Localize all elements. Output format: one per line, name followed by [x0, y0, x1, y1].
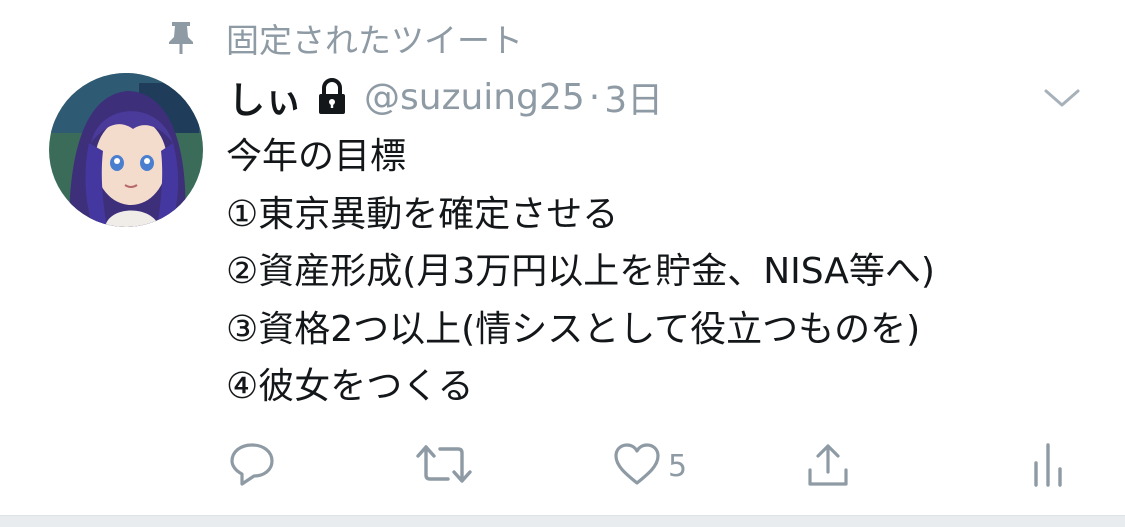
display-name[interactable]: しぃ	[228, 70, 302, 124]
reply-icon	[228, 441, 276, 491]
share-button[interactable]	[804, 436, 852, 496]
pin-icon	[166, 20, 196, 56]
tweet-line: 今年の目標	[226, 136, 407, 177]
tweet-actions: 5	[0, 436, 1125, 496]
reply-button[interactable]	[228, 436, 276, 496]
tweet-card[interactable]: 固定されたツイート しぃ @suzuing25 · 3日 今年の目標 ①東京異動…	[0, 0, 1125, 527]
analytics-icon	[1030, 441, 1066, 491]
pinned-tweet-indicator: 固定されたツイート	[166, 16, 523, 60]
user-handle[interactable]: @suzuing25	[364, 77, 585, 118]
pinned-label: 固定されたツイート	[226, 21, 523, 60]
tweet-timestamp[interactable]: 3日	[604, 71, 663, 123]
avatar[interactable]	[49, 73, 203, 227]
like-count: 5	[668, 448, 688, 484]
tweet-text: 今年の目標 ①東京異動を確定させる ②資産形成(月3万円以上を貯金、NISA等へ…	[226, 128, 1106, 416]
tweet-line: ④彼女をつくる	[226, 366, 474, 407]
analytics-button[interactable]	[1030, 436, 1066, 496]
chevron-down-icon[interactable]	[1040, 80, 1084, 116]
like-button[interactable]: 5	[612, 436, 687, 496]
heart-icon	[612, 441, 662, 491]
separator-dot: ·	[588, 76, 601, 118]
tweet-line: ①東京異動を確定させる	[226, 193, 619, 235]
retweet-icon	[414, 441, 474, 491]
retweet-button[interactable]	[414, 436, 474, 496]
share-icon	[804, 440, 852, 492]
tweet-header: しぃ @suzuing25 · 3日	[228, 70, 663, 124]
separator-bar	[0, 515, 1125, 527]
tweet-line: ③資格2つ以上(情シスとして役立つものを)	[226, 308, 921, 350]
tweet-line: ②資産形成(月3万円以上を貯金、NISA等へ)	[226, 251, 935, 292]
lock-icon	[316, 77, 350, 117]
